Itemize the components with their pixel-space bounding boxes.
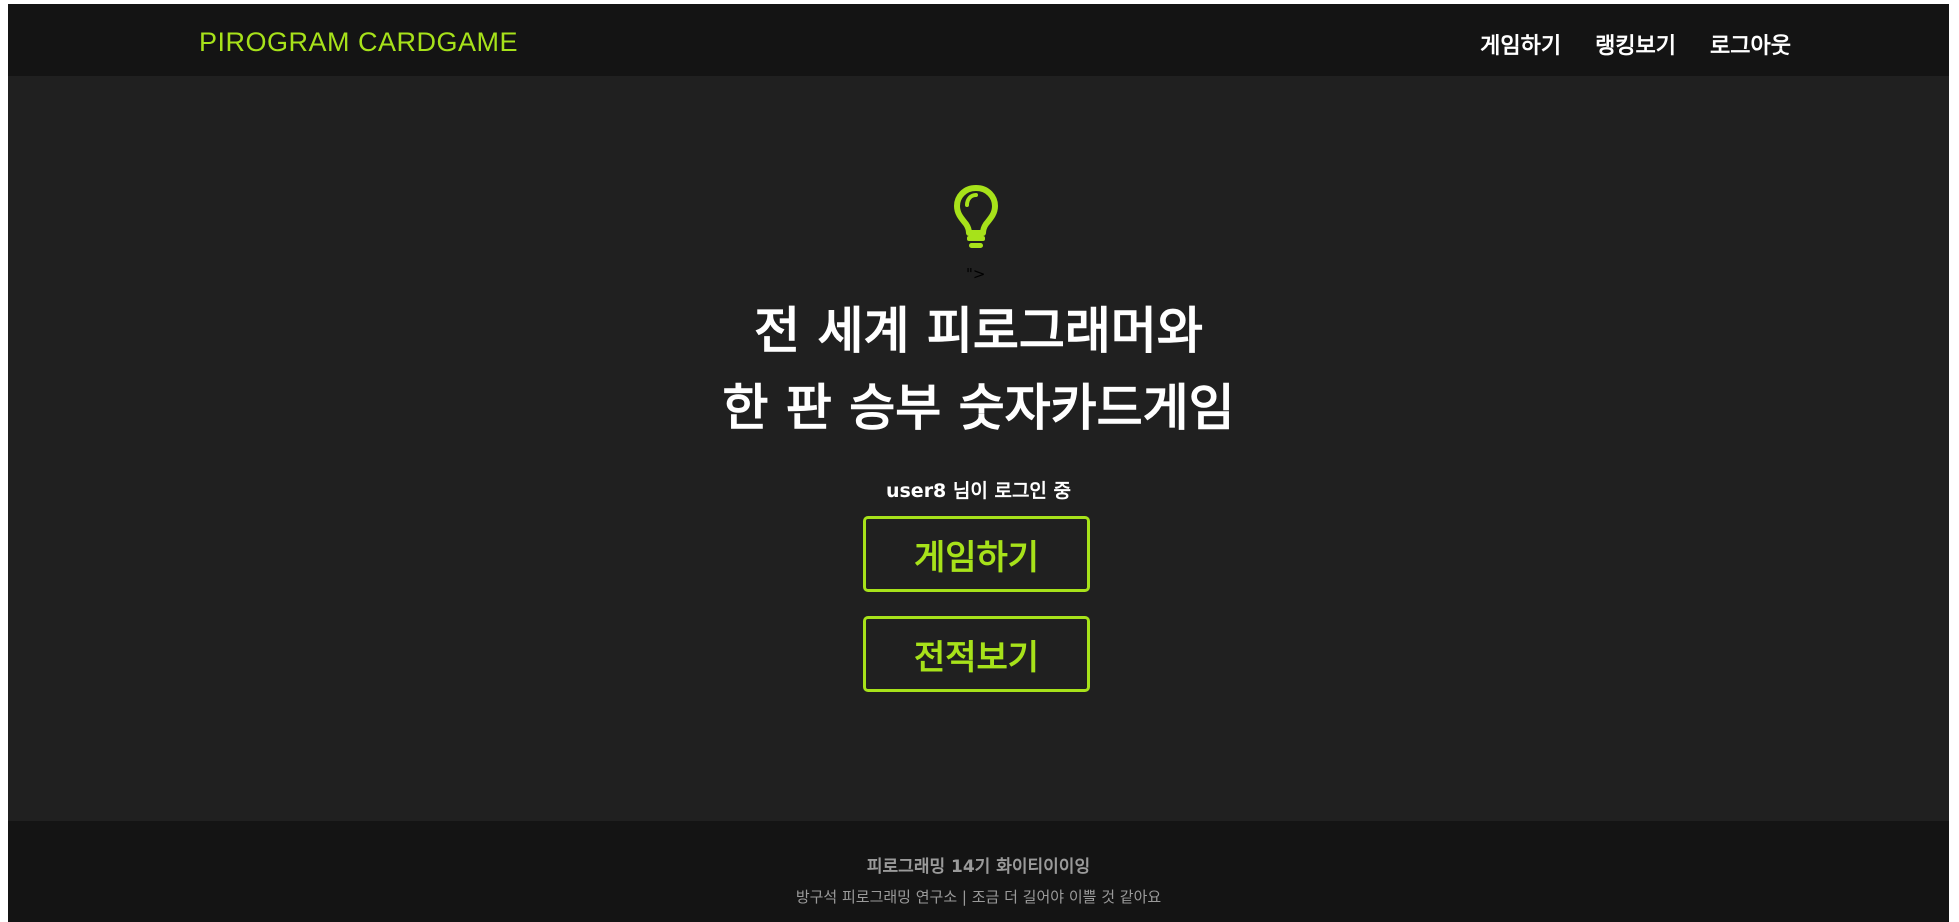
footer-subtitle: 방구석 피로그래밍 연구소 | 조금 더 길어야 이쁠 것 같아요 (795, 888, 1162, 906)
nav-link-ranking[interactable]: 랭킹보기 (1595, 28, 1676, 60)
footer: 피로그래밍 14기 화이티이이잉 방구석 피로그래밍 연구소 | 조금 더 길어… (8, 821, 1949, 922)
hero-section: "> 전 세계 피로그래머와 한 판 승부 숫자카드게임 user8 님이 로그… (8, 76, 1949, 821)
nav-link-logout[interactable]: 로그아웃 (1710, 28, 1791, 60)
nav-links: 게임하기 랭킹보기 로그아웃 (1480, 28, 1791, 60)
footer-title: 피로그래밍 14기 화이티이이잉 (866, 857, 1091, 877)
headline-line-2: 한 판 승부 숫자카드게임 (722, 379, 1235, 437)
stray-markup-text: "> (966, 265, 986, 283)
navbar: PIROGRAM CARDGAME 게임하기 랭킹보기 로그아웃 (8, 4, 1949, 76)
brand-logo[interactable]: PIROGRAM CARDGAME (199, 27, 518, 58)
login-status: user8 님이 로그인 중 (885, 480, 1072, 502)
page-frame: PIROGRAM CARDGAME 게임하기 랭킹보기 로그아웃 "> 전 세계… (8, 4, 1949, 922)
headline-line-1: 전 세계 피로그래머와 (754, 302, 1203, 360)
lightbulb-icon (954, 185, 998, 248)
nav-link-play[interactable]: 게임하기 (1480, 28, 1561, 60)
play-game-button[interactable]: 게임하기 (863, 516, 1090, 592)
view-record-button[interactable]: 전적보기 (863, 616, 1090, 692)
